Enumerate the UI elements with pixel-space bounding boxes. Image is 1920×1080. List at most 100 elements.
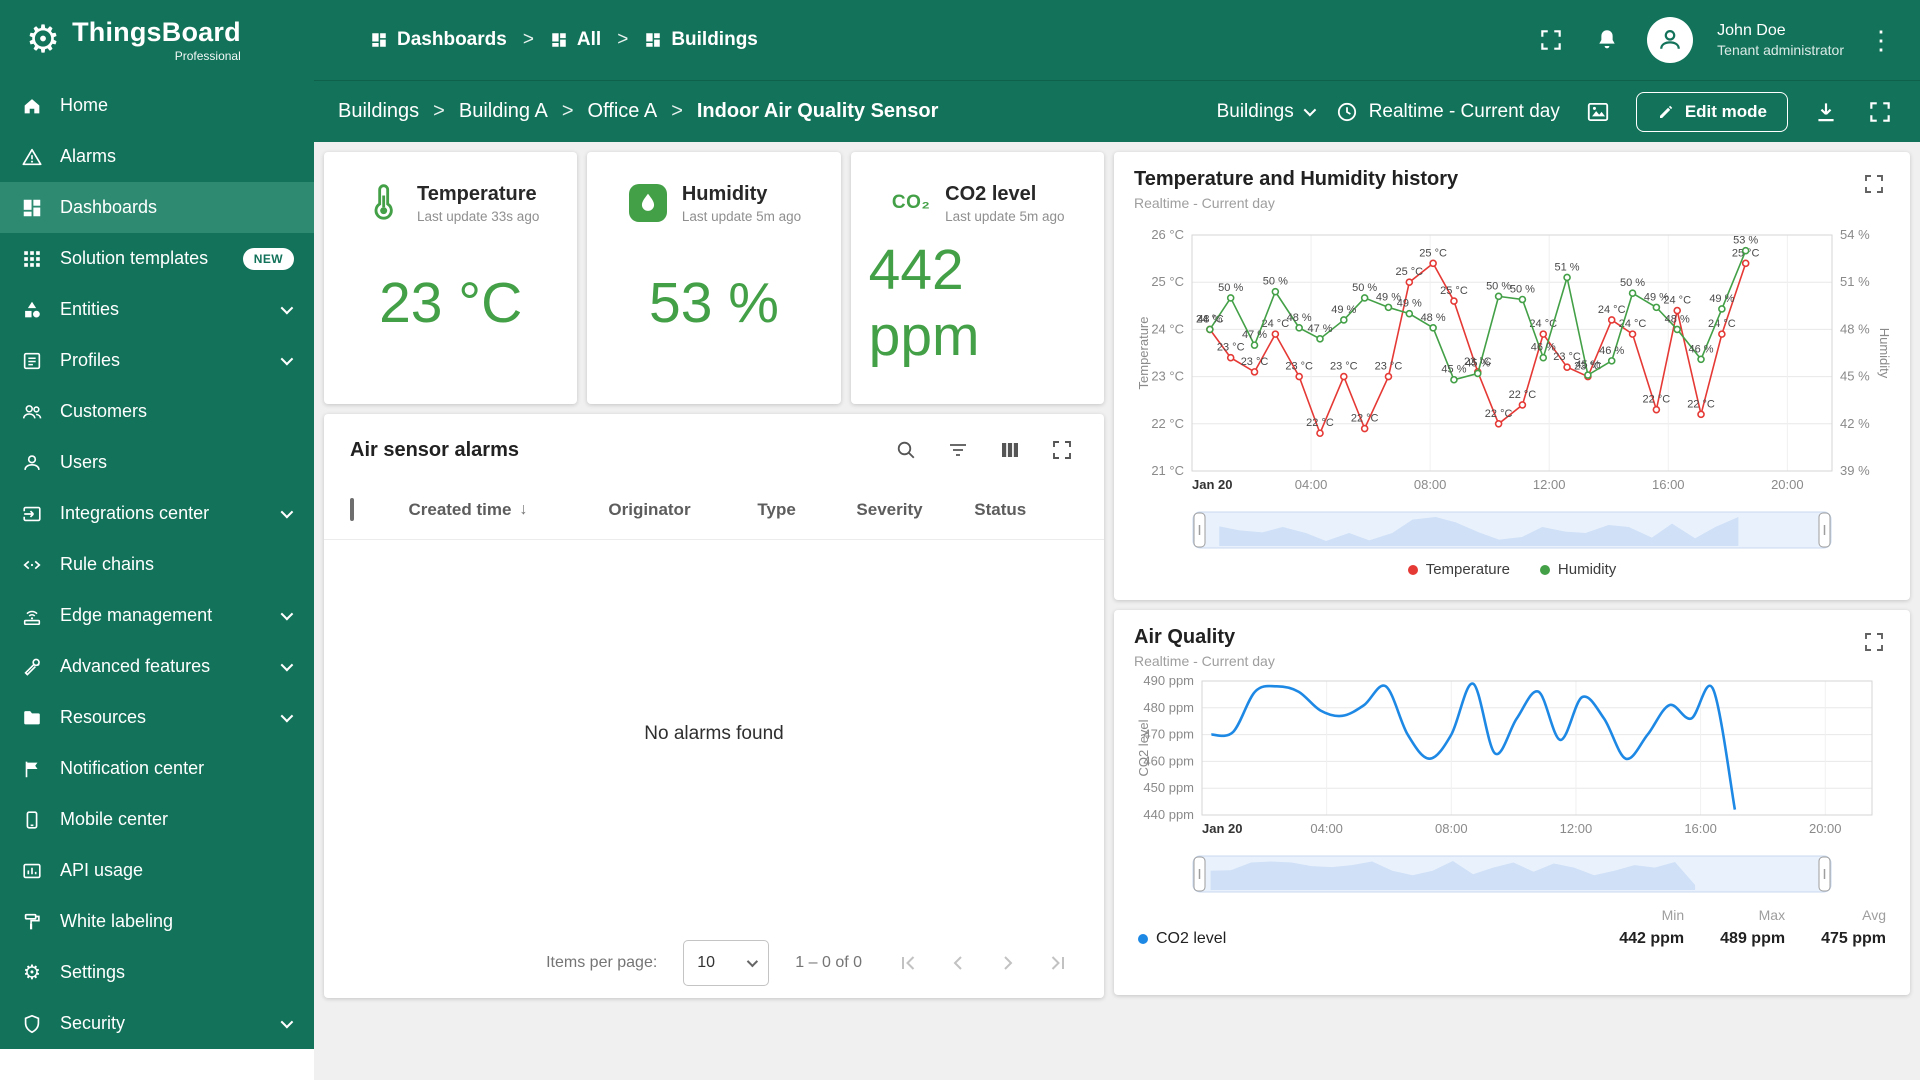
download-icon[interactable]: [1810, 96, 1842, 128]
crumb-office-a[interactable]: Office A: [588, 100, 658, 123]
first-page-icon[interactable]: [888, 943, 928, 983]
sidebar-item-resources[interactable]: Resources: [0, 692, 314, 743]
svg-text:22 °C: 22 °C: [1306, 417, 1334, 429]
svg-text:46 %: 46 %: [1599, 345, 1624, 357]
svg-text:23 °C: 23 °C: [1241, 356, 1269, 368]
svg-text:49 %: 49 %: [1397, 298, 1422, 310]
crumb-buildings[interactable]: Buildings: [338, 100, 419, 123]
alarms-table-header: Created time ↓ Originator Type Severity …: [324, 480, 1104, 540]
column-created-time[interactable]: Created time ↓: [408, 500, 608, 520]
more-options-icon[interactable]: ⋮: [1868, 27, 1894, 53]
sidebar-item-customers[interactable]: Customers: [0, 386, 314, 437]
svg-text:08:00: 08:00: [1414, 477, 1447, 492]
last-page-icon[interactable]: [1038, 943, 1078, 983]
sort-desc-icon: ↓: [519, 500, 528, 518]
svg-text:24 °C: 24 °C: [1151, 321, 1184, 336]
svg-text:Humidity: Humidity: [1877, 328, 1890, 379]
legend-dot: [1407, 564, 1418, 575]
svg-text:CO2 level: CO2 level: [1136, 719, 1151, 776]
chevron-down-icon: [280, 607, 294, 621]
svg-text:50 %: 50 %: [1486, 280, 1511, 292]
temp-humidity-line-chart[interactable]: 21 °C 22 °C 23 °C 24 °C 25 °C 26 °C 39 % 42 % 45…: [1134, 211, 1890, 503]
fullscreen-icon[interactable]: [1858, 168, 1890, 200]
breadcrumb-separator: >: [671, 100, 683, 122]
co2-icon: CO₂: [891, 192, 931, 213]
previous-page-icon[interactable]: [938, 943, 978, 983]
fullscreen-icon[interactable]: [1858, 626, 1890, 658]
sidebar-item-solution-templates[interactable]: Solution templates NEW: [0, 233, 314, 284]
sidebar-item-settings[interactable]: ⚙ Settings: [0, 947, 314, 998]
columns-icon[interactable]: [994, 434, 1026, 466]
fullscreen-icon[interactable]: [1864, 96, 1896, 128]
svg-text:22 °C: 22 °C: [1643, 394, 1671, 406]
notifications-bell-icon[interactable]: [1591, 24, 1623, 56]
paginator-range: 1 – 0 of 0: [795, 954, 862, 971]
sidebar-item-api-usage[interactable]: API usage: [0, 845, 314, 896]
svg-text:48 %: 48 %: [1665, 313, 1690, 325]
sidebar-item-security[interactable]: Security: [0, 998, 314, 1049]
breadcrumb-buildings[interactable]: Buildings: [644, 29, 758, 51]
pencil-icon: [1657, 103, 1675, 121]
breadcrumb-all[interactable]: All: [550, 29, 601, 51]
sidebar-item-home[interactable]: Home: [0, 80, 314, 131]
new-badge: NEW: [242, 247, 294, 270]
column-originator[interactable]: Originator: [608, 500, 757, 520]
timewindow-button[interactable]: Realtime - Current day: [1335, 100, 1560, 124]
legend-co2-level[interactable]: CO2 level: [1138, 930, 1226, 948]
warning-icon: [20, 145, 44, 169]
svg-text:46 %: 46 %: [1531, 342, 1556, 354]
time-range-slider[interactable]: [1192, 511, 1832, 549]
crumb-building-a[interactable]: Building A: [459, 100, 548, 123]
svg-text:490 ppm: 490 ppm: [1143, 673, 1194, 688]
next-page-icon[interactable]: [988, 943, 1028, 983]
items-per-page-select[interactable]: 10: [683, 940, 770, 986]
svg-text:48 %: 48 %: [1421, 312, 1446, 324]
co2-value: 442 ppm: [868, 238, 980, 368]
column-severity[interactable]: Severity: [856, 500, 974, 520]
breadcrumb-separator: >: [617, 29, 629, 50]
svg-text:04:00: 04:00: [1310, 821, 1343, 836]
sidebar-item-alarms[interactable]: Alarms: [0, 131, 314, 182]
sidebar-item-notification-center[interactable]: Notification center: [0, 743, 314, 794]
search-icon[interactable]: [890, 434, 922, 466]
chart-legend: Temperature Humidity: [1134, 561, 1890, 578]
sidebar-item-white-labeling[interactable]: White labeling: [0, 896, 314, 947]
svg-text:24 °C: 24 °C: [1598, 304, 1626, 316]
sidebar-item-users[interactable]: Users: [0, 437, 314, 488]
dashboard-state-select[interactable]: Buildings: [1217, 101, 1316, 123]
breadcrumb-dashboards[interactable]: Dashboards: [370, 29, 507, 51]
sidebar-item-rule-chains[interactable]: Rule chains: [0, 539, 314, 590]
thermometer-icon: [362, 182, 404, 224]
svg-text:46 %: 46 %: [1688, 343, 1713, 355]
svg-text:12:00: 12:00: [1533, 477, 1566, 492]
chart-subtitle: Realtime - Current day: [1134, 653, 1275, 669]
sidebar-item-advanced-features[interactable]: Advanced features: [0, 641, 314, 692]
co2-line-chart[interactable]: 440 ppm450 ppm460 ppm470 ppm480 ppm490 p…: [1134, 669, 1890, 847]
max-label: Max: [1758, 907, 1786, 923]
legend-humidity[interactable]: Humidity: [1539, 561, 1616, 578]
user-menu[interactable]: John Doe Tenant administrator: [1717, 21, 1844, 60]
water-drop-icon: [627, 182, 669, 224]
time-range-slider[interactable]: [1192, 855, 1832, 893]
user-avatar[interactable]: [1647, 17, 1694, 63]
legend-temperature[interactable]: Temperature: [1407, 561, 1510, 578]
sidebar-item-dashboards[interactable]: Dashboards: [0, 182, 314, 233]
edit-mode-button[interactable]: Edit mode: [1635, 91, 1788, 132]
sidebar-item-edge-management[interactable]: Edge management: [0, 590, 314, 641]
filter-icon[interactable]: [942, 434, 974, 466]
sidebar-item-integrations-center[interactable]: Integrations center: [0, 488, 314, 539]
svg-text:50 %: 50 %: [1620, 277, 1645, 289]
fullscreen-icon[interactable]: [1046, 434, 1078, 466]
sidebar-item-mobile-center[interactable]: Mobile center: [0, 794, 314, 845]
column-type[interactable]: Type: [757, 500, 856, 520]
fullscreen-icon[interactable]: [1535, 24, 1567, 56]
thingsboard-logo[interactable]: ⚙ ThingsBoard Professional: [0, 17, 314, 63]
sidebar-item-profiles[interactable]: Profiles: [0, 335, 314, 386]
select-all-checkbox[interactable]: [350, 497, 354, 521]
column-status[interactable]: Status: [974, 500, 1078, 520]
sidebar-item-entities[interactable]: Entities: [0, 284, 314, 335]
flag-icon: [20, 757, 44, 781]
code-brackets-icon: [20, 553, 44, 577]
chevron-down-icon: [1303, 103, 1316, 117]
image-export-icon[interactable]: [1582, 96, 1614, 128]
